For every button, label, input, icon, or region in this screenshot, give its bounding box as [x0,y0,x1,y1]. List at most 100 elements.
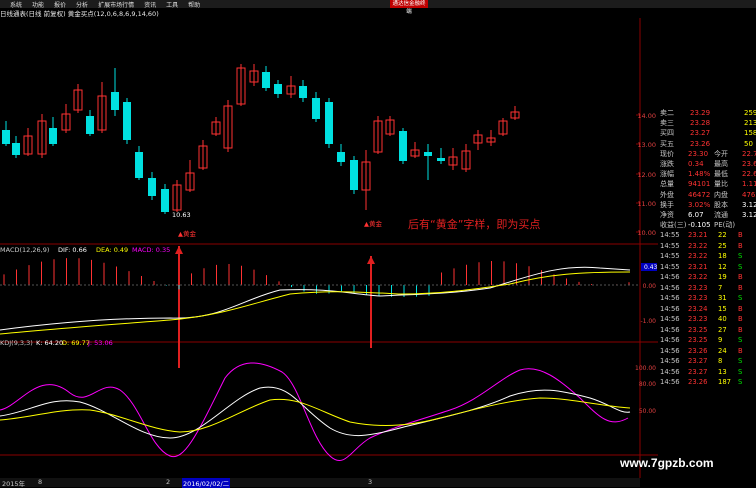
tick-row: 14:56 23.24 15 B [658,304,756,315]
candle-body-22 [274,84,282,94]
stat-label: 总量 [660,180,674,189]
tick-time: 14:55 [660,241,680,250]
candle-body-9 [111,92,119,110]
candle-body-1 [12,143,20,155]
candle-body-12 [148,178,156,196]
brand-tab[interactable]: 通达信金融终端 [390,0,428,15]
stat-value: 46472 [688,190,711,199]
order-price: 23.28 [690,119,711,128]
tick-price: 23.27 [688,367,708,376]
tick-price: 23.23 [688,294,708,303]
tick-time: 14:56 [660,273,680,282]
tick-time: 14:55 [660,262,680,271]
stat-row: 涨幅 1.48%最低 22.61 [658,169,756,179]
stat-value: 1.48% [688,170,711,179]
status-bar: 2015年 8 2 2016/02/02/二 3 [0,478,640,488]
candle-body-0 [2,130,10,144]
tick-side: S [738,262,743,271]
tick-price: 23.26 [688,346,708,355]
stat-label: 涨跌 [660,159,674,168]
order-volume: 158 [744,129,756,138]
tick-time: 14:56 [660,367,680,376]
tick-row: 14:56 23.26 24 B [658,346,756,357]
order-volume: 213 [744,119,756,128]
stat-label: 外盘 [660,190,674,199]
kdj-axis-label-1: 80.00 [639,381,656,388]
tick-time: 14:56 [660,378,680,387]
website-watermark: www.7gpzb.com [620,456,714,470]
tick-time: 14:55 [660,231,680,240]
tick-price: 23.23 [688,315,708,324]
kdj-k: K: 64.20 [36,339,63,347]
menu-bar: 系统 功能 报价 分析 扩展市场行情 资讯 工具 帮助 [0,0,756,9]
tick-time: 14:56 [660,346,680,355]
tick-price: 23.22 [688,241,708,250]
status-month-3: 3 [368,478,373,486]
chart-area[interactable]: 14.00 13.00 12.00 11.00 10.00 10.63 ▲黄金 ▲黄金 后有“黄… [0,18,658,478]
gold-marker-1: ▲黄金 [178,229,196,238]
tick-price: 23.23 [688,283,708,292]
kdj-axis-label-0: 100.00 [635,365,656,372]
tick-price: 23.24 [688,304,708,313]
candle-body-25 [312,98,320,119]
stat-value-2: 22.70 [742,149,756,158]
tick-side: B [738,231,743,240]
tick-time: 14:56 [660,336,680,345]
order-volume: 50 [744,139,753,148]
candle-body-35 [437,158,445,161]
tick-side: S [738,294,743,303]
stat-row: 总量 94101 量比 1.11 [658,179,756,189]
price-axis-label-0: 14.00 [637,112,656,120]
stat-row: 现价 23.30 今开 22.70 [658,149,756,159]
gold-marker-2: ▲黄金 [364,219,382,228]
candle-body-10 [123,102,131,140]
stat-label: 收益(三) [660,221,687,230]
order-book-row: 卖二 23.29 259 [658,108,756,118]
order-book-row: 买四 23.27 158 [658,128,756,138]
stat-label-2: 流通 [714,210,728,219]
tick-price: 23.27 [688,357,708,366]
price-axis-label-4: 10.00 [637,229,656,237]
tick-volume: 12 [718,262,727,271]
macd-axis-label-1: 0.00 [643,283,657,290]
order-book-row: 卖三 23.28 213 [658,118,756,128]
tick-price: 23.21 [688,231,708,240]
tick-volume: 19 [718,273,727,282]
order-price: 23.27 [690,129,711,138]
stat-label: 现价 [660,149,674,158]
kdj-label: KDJ(9,3,3) [0,339,33,347]
stat-row: 净资 6.07 流通 3.12亿 [658,210,756,220]
kdj-d: D: 69.77 [62,339,90,347]
tick-time: 14:56 [660,325,680,334]
candle-body-21 [262,72,270,88]
macd-value: MACD: 0.35 [132,246,170,254]
stat-row: 收益(三) -0.105 PE(动) [658,220,756,230]
tick-row: 14:56 23.27 13 S [658,367,756,378]
tick-volume: 27 [718,325,727,334]
macd-axis-label-2: -1.00 [640,318,656,325]
candle-body-24 [299,86,307,98]
candle-body-32 [399,131,407,161]
tick-side: B [738,304,743,313]
candle-body-28 [350,160,358,190]
tick-price: 23.25 [688,336,708,345]
tick-side: B [738,273,743,282]
kdj-j-line [0,362,629,462]
stat-row: 涨跌 0.34 最高 23.66 [658,159,756,169]
tick-volume: 24 [718,346,727,355]
stat-value: 3.02% [688,200,711,209]
stat-value: 23.30 [688,149,709,158]
status-month-2: 2 [166,478,171,486]
tick-price: 23.26 [688,378,708,387]
tick-side: B [738,315,743,324]
tick-time: 14:56 [660,315,680,324]
status-month-1: 8 [38,478,43,486]
tick-row: 14:56 23.23 7 B [658,283,756,294]
tick-side: B [738,241,743,250]
stat-value-2: 3.12亿 [742,200,756,209]
tick-row: 14:56 23.22 19 B [658,272,756,283]
stat-label-2: PE(动) [714,221,736,230]
stat-value: 94101 [688,180,711,189]
tick-row: 14:55 23.21 22 B [658,230,756,241]
tick-volume: 31 [718,294,727,303]
